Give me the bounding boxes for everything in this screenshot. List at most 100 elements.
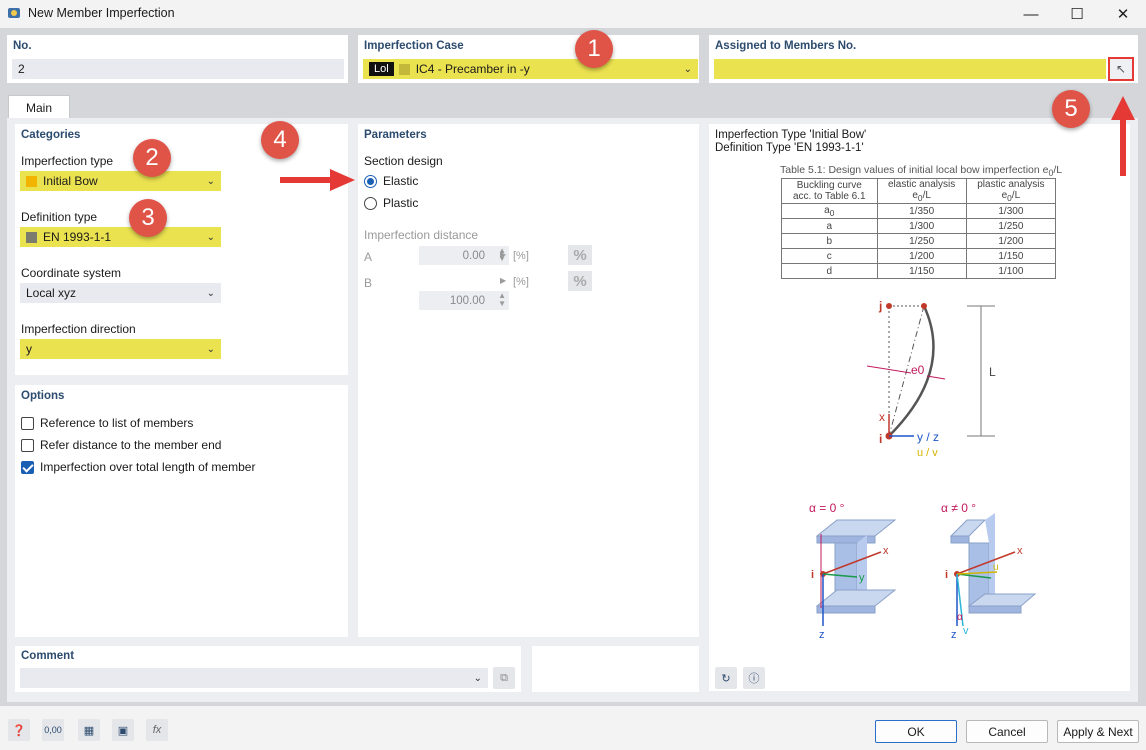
section-z-label: z	[951, 629, 957, 641]
case-color-swatch	[398, 63, 410, 75]
comment-side-panel	[532, 646, 699, 692]
help-icon[interactable]: ❓	[8, 719, 30, 741]
pick-members-button[interactable]: ↖	[1108, 57, 1134, 81]
table-row: c 1/200 1/150	[781, 248, 1057, 264]
display-icon[interactable]: ▣	[112, 719, 134, 741]
options-title: Options	[21, 390, 65, 402]
apply-next-button[interactable]: Apply & Next	[1057, 720, 1139, 743]
axis-yz-label: y / z	[917, 430, 939, 444]
table-header-row: Buckling curve acc. to Table 6.1 elastic …	[781, 178, 1057, 204]
checkbox[interactable]	[21, 417, 34, 431]
percent-button-b[interactable]: %	[568, 271, 592, 291]
chevron-down-icon: ⌄	[206, 287, 215, 299]
annotation-badge-5: 5	[1052, 90, 1090, 128]
comment-field[interactable]: ⌄	[20, 668, 488, 688]
radio-plastic[interactable]: Plastic	[364, 196, 418, 211]
units-icon[interactable]: 0,00	[42, 719, 64, 741]
imperfection-type-select[interactable]: Initial Bow ⌄	[20, 171, 221, 191]
option-total-length[interactable]: Imperfection over total length of member	[21, 460, 255, 475]
distance-b-label: B	[364, 276, 373, 290]
e0-label: e0	[911, 363, 925, 377]
table-cell: 1/300	[965, 203, 1057, 219]
spinner-icon: ▲ ▼	[498, 291, 506, 308]
axis-x-label: x	[879, 410, 885, 424]
imperfection-direction-select[interactable]: y ⌄	[20, 339, 221, 359]
annotation-badge-2: 2	[133, 139, 171, 177]
imperfection-direction-value: y	[26, 342, 32, 356]
table-cell: c	[781, 248, 878, 264]
table-icon[interactable]: ▦	[78, 719, 100, 741]
section-u-label: u	[993, 562, 999, 573]
parameters-title: Parameters	[364, 129, 427, 141]
table-cell: 1/300	[876, 218, 967, 234]
title-bar: New Member Imperfection — ☐ ✕	[0, 0, 1146, 28]
node-i-label: i	[879, 432, 882, 446]
definition-type-label: Definition type	[21, 210, 98, 224]
rotate-view-icon[interactable]: ↻	[715, 667, 737, 689]
section-y-label: y	[859, 572, 865, 584]
checkbox[interactable]	[21, 439, 34, 453]
imperfection-table: Buckling curve acc. to Table 6.1 elastic …	[781, 178, 1057, 279]
table-header: Buckling curve acc. to Table 6.1	[781, 178, 878, 204]
distance-b-value: 100.00	[449, 294, 485, 307]
radio-elastic-label: Elastic	[383, 174, 419, 188]
no-label: No.	[13, 40, 32, 52]
imperfection-case-select[interactable]: Lol IC4 - Precamber in -y ⌄	[363, 59, 698, 79]
coordinate-system-label: Coordinate system	[21, 266, 122, 280]
formula-icon[interactable]: fx	[146, 719, 168, 741]
table-cell: 1/250	[965, 218, 1057, 234]
chevron-down-icon: ⌄	[206, 343, 215, 355]
length-label: L	[989, 365, 996, 379]
table-row: d 1/150 1/100	[781, 263, 1057, 279]
percent-button-a[interactable]: %	[568, 245, 592, 265]
bow-diagram: j i x e0 L y / z u / v	[866, 299, 996, 459]
distance-b-unit: [%]	[513, 276, 529, 288]
option-reference-list[interactable]: Reference to list of members	[21, 416, 194, 431]
section-i-label: i	[945, 569, 948, 581]
option-label: Refer distance to the member end	[40, 438, 222, 452]
distance-b-input[interactable]: 100.00 ▲ ▼	[419, 291, 509, 310]
spin-right-icon: ▶	[500, 250, 507, 259]
table-row: b 1/250 1/200	[781, 233, 1057, 249]
radio-button[interactable]	[364, 197, 377, 211]
categories-title: Categories	[21, 129, 81, 141]
distance-a-input[interactable]: 0.00 ▲ ▼	[419, 246, 509, 265]
no-panel: No. 2	[7, 35, 348, 83]
assigned-members-field[interactable]	[714, 59, 1106, 79]
radio-elastic[interactable]: Elastic	[364, 174, 419, 189]
axis-uv-label: u / v	[917, 447, 938, 459]
ok-button[interactable]: OK	[875, 720, 957, 743]
imperfection-case-panel: Imperfection Case Lol IC4 - Precamber in…	[358, 35, 699, 83]
table-cell: a0	[781, 203, 878, 219]
radio-button-selected[interactable]	[364, 175, 377, 189]
parameters-panel: Parameters Section design Elastic Plasti…	[358, 124, 699, 637]
tab-main-label: Main	[25, 100, 52, 115]
definition-type-select[interactable]: EN 1993-1-1 ⌄	[20, 227, 221, 247]
minimize-icon[interactable]: —	[1008, 0, 1054, 28]
maximize-icon[interactable]: ☐	[1054, 0, 1100, 28]
no-field[interactable]: 2	[12, 59, 344, 79]
cancel-button[interactable]: Cancel	[966, 720, 1048, 743]
alpha-nonzero-label: α ≠ 0 °	[941, 501, 976, 515]
annotation-badge-4: 4	[261, 121, 299, 159]
window-title: New Member Imperfection	[28, 6, 175, 20]
spin-right-icon: ▶	[500, 276, 507, 285]
imperfection-type-swatch	[26, 175, 37, 187]
tab-main[interactable]: Main	[8, 95, 70, 119]
section-i-label: i	[811, 569, 814, 581]
definition-type-value: EN 1993-1-1	[43, 230, 112, 244]
option-label: Reference to list of members	[40, 416, 194, 430]
comment-label: Comment	[21, 650, 75, 662]
checkbox-checked[interactable]	[21, 461, 34, 475]
coordinate-system-select[interactable]: Local xyz ⌄	[20, 283, 221, 303]
close-icon[interactable]: ✕	[1100, 0, 1146, 28]
cursor-pick-icon: ↖	[1115, 62, 1127, 76]
info-toggle-icon[interactable]: ⓘ	[743, 667, 765, 689]
definition-type-swatch	[26, 231, 37, 243]
table-cell: 1/150	[965, 248, 1057, 264]
option-refer-distance[interactable]: Refer distance to the member end	[21, 438, 222, 453]
chevron-down-icon: ⌄	[206, 231, 215, 243]
info-line-1: Imperfection Type 'Initial Bow'	[715, 129, 867, 141]
copy-comment-icon[interactable]: ⧉	[493, 667, 515, 689]
distance-a-value: 0.00	[462, 249, 485, 262]
